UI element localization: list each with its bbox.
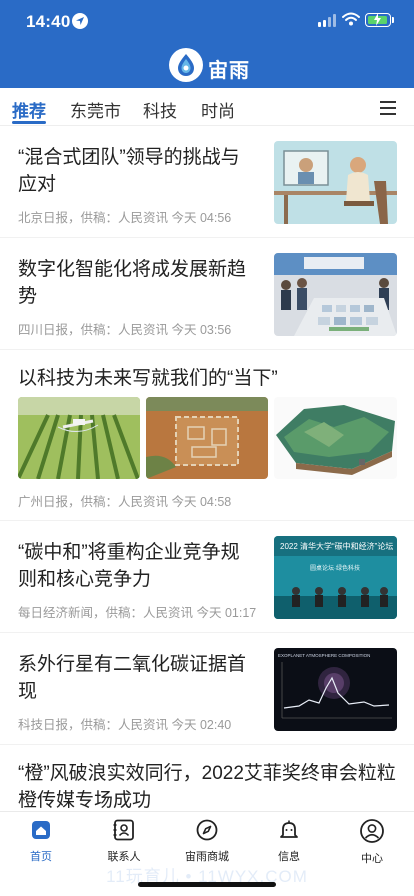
forum-subtitle-text: 圆桌论坛·绿色科技 [310, 564, 360, 572]
news-item[interactable]: “橙”风破浪实效同行，2022艾菲奖终审会粒粒橙传媒专场成功 [0, 746, 414, 811]
news-item[interactable]: “混合式团队”领导的挑战与应对 北京日报，供稿：人民资讯 今天 04:56 [0, 127, 414, 238]
news-thumbnail[interactable]: EXOPLANET ATMOSPHERE COMPOSITION [274, 648, 397, 731]
news-item[interactable]: 以科技为未来写就我们的“当下” 广州日报，供稿：人民资讯 今天 04:58 [0, 351, 414, 521]
news-thumbnail[interactable] [146, 397, 268, 479]
news-title[interactable]: “混合式团队”领导的挑战与应对 [18, 144, 250, 198]
app-name: 宙雨 [208, 60, 250, 82]
tab-dongguan[interactable]: 东莞市 [70, 97, 121, 122]
news-title[interactable]: 以科技为未来写就我们的“当下” [18, 365, 398, 392]
user-icon [360, 819, 384, 843]
status-bar: 14:40 [0, 0, 414, 44]
tabbar-home[interactable]: 首页 [1, 818, 81, 864]
tab-recommended[interactable]: 推荐 [12, 97, 46, 122]
home-icon [32, 821, 50, 839]
news-meta: 科技日报，供稿：人民资讯 今天 02:40 [18, 718, 232, 732]
news-title[interactable]: 数字化智能化将成发展新趋势 [18, 256, 258, 310]
news-title[interactable]: “橙”风破浪实效同行，2022艾菲奖终审会粒粒橙传媒专场成功 [18, 760, 398, 811]
category-tabs: 推荐 东莞市 科技 时尚 [0, 88, 414, 126]
news-meta: 广州日报，供稿：人民资讯 今天 04:58 [18, 495, 232, 509]
cellular-signal-icon [318, 14, 338, 27]
app-header: 14:40 宙雨 [0, 0, 414, 88]
news-thumbnail[interactable] [18, 397, 140, 479]
news-item[interactable]: 系外行星有二氧化碳证据首现 科技日报，供稿：人民资讯 今天 02:40 EXOP… [0, 634, 414, 745]
tab-fashion[interactable]: 时尚 [201, 97, 235, 122]
battery-icon [365, 13, 391, 27]
active-tab-indicator [12, 121, 46, 124]
news-meta: 每日经济新闻，供稿：人民资讯 今天 01:17 [18, 606, 257, 620]
news-meta: 北京日报，供稿：人民资讯 今天 04:56 [18, 211, 232, 225]
news-meta: 四川日报，供稿：人民资讯 今天 03:56 [18, 323, 232, 337]
menu-icon[interactable] [380, 101, 396, 115]
tabbar-contacts[interactable]: 联系人 [84, 818, 164, 864]
tabbar-messages[interactable]: 信息 [249, 818, 329, 864]
brand: 宙雨 [0, 46, 414, 86]
app-logo [169, 48, 203, 82]
bell-icon [280, 820, 298, 838]
news-thumbnail[interactable]: 2022 清华大学“碳中和经济”论坛 圆桌论坛·绿色科技 [274, 536, 397, 619]
news-thumbnail[interactable] [274, 397, 397, 479]
news-item[interactable]: “碳中和”将重构企业竞争规则和核心竞争力 每日经济新闻，供稿：人民资讯 今天 0… [0, 522, 414, 633]
tabbar-profile[interactable]: 中心 [332, 818, 412, 866]
compass-icon [196, 819, 218, 841]
news-thumbnail[interactable] [274, 253, 397, 336]
news-feed[interactable]: “混合式团队”领导的挑战与应对 北京日报，供稿：人民资讯 今天 04:56 数字… [0, 127, 414, 811]
news-thumbnail[interactable] [274, 141, 397, 224]
tab-technology[interactable]: 科技 [143, 97, 177, 122]
wifi-icon [342, 12, 360, 26]
contacts-icon [113, 819, 134, 841]
news-item[interactable]: 数字化智能化将成发展新趋势 四川日报，供稿：人民资讯 今天 03:56 [0, 239, 414, 350]
chart-label-text: EXOPLANET ATMOSPHERE COMPOSITION [278, 653, 370, 658]
news-title[interactable]: 系外行星有二氧化碳证据首现 [18, 651, 258, 705]
location-arrow-icon [72, 13, 88, 29]
status-time: 14:40 [26, 12, 71, 31]
tabbar-mall[interactable]: 宙雨商城 [167, 818, 247, 864]
home-indicator [138, 882, 276, 887]
news-title[interactable]: “碳中和”将重构企业竞争规则和核心竞争力 [18, 539, 250, 593]
forum-banner-text: 2022 清华大学“碳中和经济”论坛 [280, 541, 393, 551]
